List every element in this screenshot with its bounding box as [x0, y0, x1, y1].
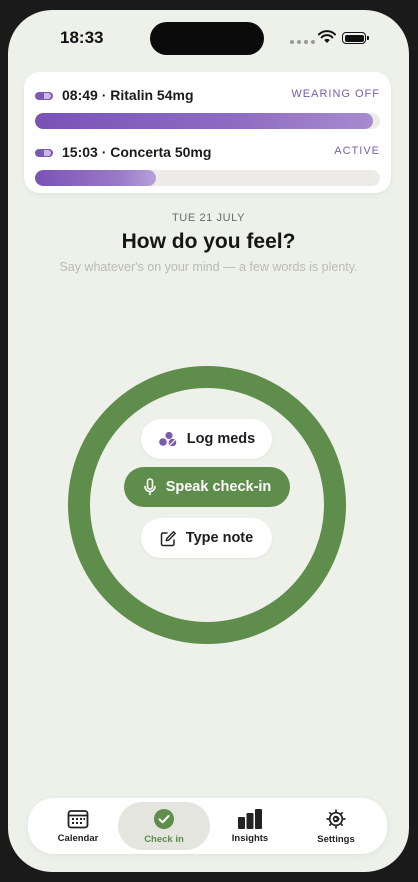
medication-title: 15:03 · Concerta 50mg	[62, 144, 212, 160]
bar-chart-icon	[238, 808, 262, 829]
microphone-icon	[143, 478, 156, 496]
tab-bar: Calendar Check in Insights Settings	[28, 798, 387, 854]
medication-progress-track	[35, 170, 380, 186]
tab-label: Settings	[317, 833, 355, 845]
medication-title: 08:49 · Ritalin 54mg	[62, 87, 194, 103]
medication-progress-track	[35, 113, 380, 129]
speak-check-in-label: Speak check-in	[165, 479, 272, 495]
log-meds-button[interactable]: Log meds	[141, 419, 272, 459]
tab-label: Insights	[231, 832, 269, 844]
status-time: 18:33	[60, 28, 104, 47]
pill-icon	[35, 92, 53, 100]
tab-insights[interactable]: Insights	[204, 802, 296, 850]
type-note-label: Type note	[185, 530, 254, 546]
tab-label: Calendar	[57, 832, 99, 844]
edit-note-icon	[160, 530, 176, 546]
cellular-signal-icon	[290, 40, 315, 44]
page-subtitle: Say whatever's on your mind — a few word…	[59, 260, 358, 274]
check-circle-icon	[154, 808, 174, 829]
battery-icon	[342, 32, 369, 44]
tab-label: Check in	[144, 833, 184, 845]
medication-progress-fill	[35, 113, 374, 129]
pill-icon	[35, 149, 53, 157]
tab-check-in[interactable]: Check in	[118, 802, 210, 850]
phone-screen: 18:33 08:49 · Ritalin 54mg WEARING OFF 1…	[8, 10, 409, 872]
date-label: TUE 21 JULY	[171, 212, 246, 224]
medications-card[interactable]: 08:49 · Ritalin 54mg WEARING OFF 15:03 ·…	[24, 72, 391, 193]
status-bar: 18:33	[8, 10, 409, 68]
medication-status: WEARING OFF	[291, 88, 380, 100]
log-meds-label: Log meds	[186, 431, 256, 447]
medication-status: ACTIVE	[334, 145, 380, 157]
calendar-icon	[67, 809, 89, 828]
tab-settings[interactable]: Settings	[290, 802, 382, 850]
type-note-button[interactable]: Type note	[141, 518, 272, 558]
page-title: How do you feel?	[121, 230, 296, 253]
gear-icon	[326, 809, 346, 828]
medication-progress-fill	[35, 170, 156, 186]
speak-check-in-button[interactable]: Speak check-in	[124, 467, 290, 507]
pills-icon	[158, 431, 177, 447]
dynamic-island	[150, 22, 264, 55]
tab-calendar[interactable]: Calendar	[32, 802, 124, 850]
wifi-icon	[318, 30, 336, 43]
